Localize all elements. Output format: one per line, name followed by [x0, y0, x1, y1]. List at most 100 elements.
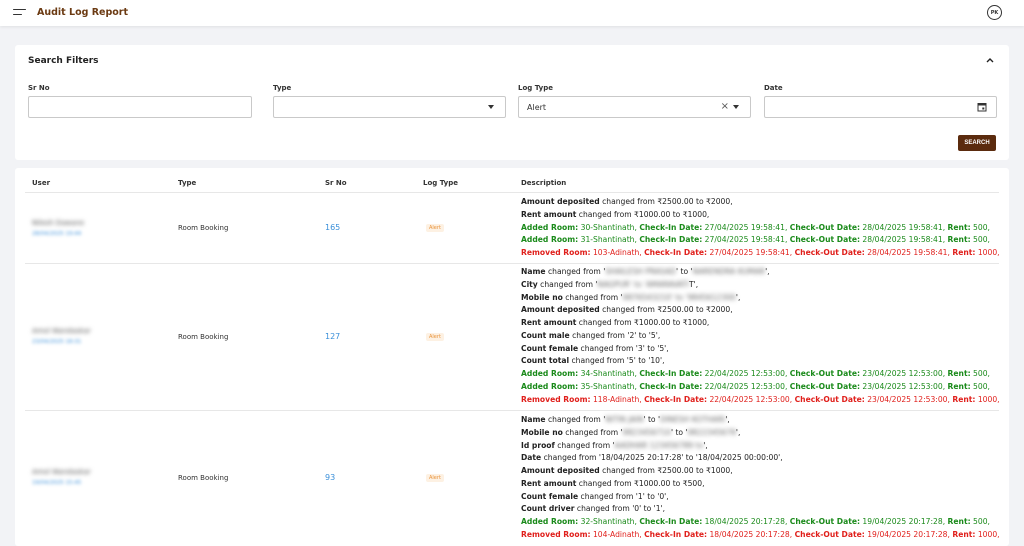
sr-no-link[interactable]: 127 — [325, 332, 340, 341]
user-date: 23/04/2025 18:31 — [32, 339, 82, 345]
room-value: 118-Adinath, — [590, 394, 645, 404]
description-line: Rent amount changed from ₹1000.00 to ₹50… — [521, 478, 1001, 491]
description-line: Count female changed from '3' to '5', — [521, 343, 1001, 356]
change-text: changed from ₹2500.00 to ₹2000, — [599, 197, 733, 206]
field-name: Amount deposited — [521, 305, 600, 315]
check-out-value: 28/04/2025 19:58:41, — [864, 248, 953, 257]
type-cell: Room Booking — [178, 224, 229, 232]
description-line: Name changed from 'SHAILESH PRASAD' to '… — [521, 266, 1001, 279]
redacted-value: DINESH KOTHARI — [660, 415, 726, 424]
field-name: Mobile no — [521, 292, 563, 302]
change-text: changed from ₹2500.00 to ₹2000, — [599, 305, 733, 315]
search-filters-panel: Search Filters Sr No Type Log Type Alert… — [15, 45, 1009, 160]
description-line: Mobile no changed from '9876543210' to '… — [521, 292, 1001, 305]
check-out-label: Check-Out Date: — [789, 517, 861, 526]
change-text: changed from '3' to '5', — [578, 343, 669, 353]
description-line: Count total changed from '5' to '10', — [521, 355, 1001, 368]
room-label: Added Room: — [521, 369, 579, 378]
description-line: Added Room: 31-Shantinath, Check-In Date… — [521, 234, 1001, 247]
change-text: ', — [765, 267, 770, 276]
change-text: ', — [735, 427, 741, 437]
description-line: Name changed from 'NITIN JAIN' to 'DINES… — [521, 414, 1001, 427]
check-out-label: Check-Out Date: — [789, 381, 861, 391]
row-divider — [25, 263, 999, 264]
column-header-sr-no: Sr No — [325, 179, 347, 187]
check-out-label: Check-Out Date: — [789, 235, 861, 245]
log-type-select[interactable]: Alert × — [518, 96, 751, 118]
check-out-value: 23/04/2025 12:53:00, — [860, 369, 948, 378]
change-text: ', — [703, 440, 708, 450]
field-name: City — [521, 279, 538, 289]
check-in-value: 22/04/2025 12:53:00, — [707, 394, 795, 404]
check-in-value: 18/04/2025 20:17:28, — [702, 517, 790, 526]
user-name: Amol Wandaskar — [32, 468, 91, 476]
check-out-value: 19/04/2025 20:17:28, — [860, 517, 948, 526]
redacted-value: NARENDRA KUMAR — [692, 267, 766, 276]
check-in-label: Check-In Date: — [639, 517, 703, 526]
redacted-value: 9876543210' to '9845612300 — [622, 292, 736, 302]
field-name: Name — [521, 415, 546, 424]
change-text: changed from ' — [537, 279, 598, 289]
change-text: changed from '5' to '10', — [569, 356, 665, 366]
log-type-badge: Alert — [426, 474, 444, 482]
redacted-value: NITIN JAIN — [605, 415, 644, 424]
log-type-badge: Alert — [426, 333, 444, 341]
sr-no-link[interactable]: 165 — [325, 223, 340, 232]
check-out-value: 28/04/2025 19:58:41, — [860, 222, 948, 232]
room-label: Removed Room: — [521, 248, 591, 257]
room-value: 35-Shantinath, — [578, 381, 640, 391]
description: Name changed from 'NITIN JAIN' to 'DINES… — [521, 414, 1001, 542]
room-label: Added Room: — [521, 381, 579, 391]
check-out-label: Check-Out Date: — [794, 529, 865, 539]
room-value: 103-Adinath, — [590, 248, 645, 257]
room-label: Removed Room: — [521, 529, 591, 539]
rent-label: Rent: — [947, 381, 971, 391]
description-line: City changed from 'NAGPUR' to 'AMARAVATI… — [521, 279, 1001, 292]
filters-title: Search Filters — [28, 56, 99, 66]
description-line: Count female changed from '1' to '0', — [521, 491, 1001, 504]
description-line: Removed Room: 104-Adinath, Check-In Date… — [521, 529, 1001, 542]
column-header-type: Type — [178, 179, 197, 187]
date-label: Date — [764, 84, 783, 92]
field-name: Count male — [521, 330, 570, 340]
change-text: changed from ₹1000.00 to ₹500, — [576, 478, 705, 488]
avatar[interactable]: PK — [987, 5, 1002, 20]
rent-label: Rent: — [947, 235, 971, 245]
field-name: Rent amount — [521, 478, 577, 488]
column-header-description: Description — [521, 179, 567, 187]
date-input[interactable] — [764, 96, 997, 118]
sr-no-label: Sr No — [28, 84, 50, 92]
clear-icon[interactable]: × — [721, 101, 729, 112]
menu-icon[interactable] — [13, 9, 26, 17]
chevron-up-icon[interactable] — [984, 55, 996, 65]
sr-no-link[interactable]: 93 — [325, 473, 335, 482]
change-text: changed from '18/04/2025 20:17:28' to '1… — [541, 453, 783, 463]
sr-no-input[interactable] — [28, 96, 252, 118]
field-name: Rent amount — [521, 318, 577, 327]
redacted-value: SHAILESH PRASAD — [605, 267, 677, 276]
room-label: Added Room: — [521, 517, 579, 526]
description: Amount deposited changed from ₹2500.00 t… — [521, 196, 1001, 260]
change-text: changed from ' — [545, 267, 606, 276]
search-button[interactable]: SEARCH — [958, 135, 996, 151]
check-out-label: Check-Out Date: — [794, 248, 865, 257]
change-text: changed from ₹1000.00 to ₹1000, — [576, 209, 710, 219]
row-divider — [25, 410, 999, 411]
change-text: changed from '1' to '0', — [578, 491, 669, 501]
description-line: Amount deposited changed from ₹2500.00 t… — [521, 196, 1001, 209]
description-line: Id proof changed from 'AADHAR 123456789 … — [521, 440, 1001, 453]
type-select[interactable] — [273, 96, 506, 118]
check-in-label: Check-In Date: — [639, 222, 703, 232]
description: Name changed from 'SHAILESH PRASAD' to '… — [521, 266, 1001, 406]
check-out-value: 28/04/2025 19:58:41, — [860, 235, 948, 245]
description-line: Date changed from '18/04/2025 20:17:28' … — [521, 452, 1001, 465]
rent-value: 500, — [970, 222, 990, 232]
check-out-label: Check-Out Date: — [789, 369, 861, 378]
calendar-icon[interactable] — [977, 102, 987, 114]
rent-value: 500, — [970, 517, 990, 526]
change-text: ', — [725, 415, 730, 424]
user-date: 19/04/2025 15:45 — [32, 480, 82, 486]
check-in-label: Check-In Date: — [639, 369, 703, 378]
log-type-label: Log Type — [518, 84, 553, 92]
rent-label: Rent: — [947, 222, 971, 232]
